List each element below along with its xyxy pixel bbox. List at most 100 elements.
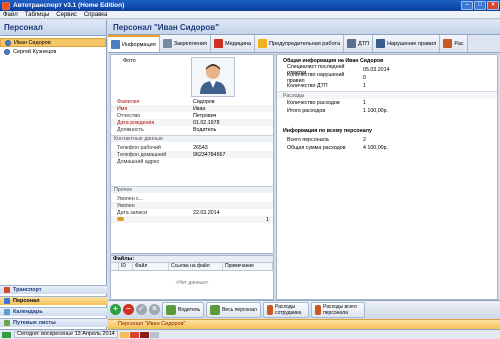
medical-icon bbox=[213, 39, 223, 48]
field-value[interactable]: Иван bbox=[193, 106, 273, 112]
key-icon bbox=[111, 216, 193, 223]
field-last-name: Фамилия Сидоров bbox=[111, 98, 273, 105]
bottom-toolbar: + – ✓ × Водитель Весь персонал Расходы с… bbox=[108, 300, 500, 318]
info-icon bbox=[111, 40, 120, 49]
field-record-date: Дата записи 22.03.2014 bbox=[111, 209, 273, 216]
files-col-id[interactable]: ID bbox=[119, 263, 133, 270]
tab-bar: Информация Закрепления Медицина Предупре… bbox=[108, 35, 500, 53]
button-label: Расходы всего персонала bbox=[323, 303, 357, 316]
tab-expenses[interactable]: Рас bbox=[440, 35, 468, 52]
general-row-total-personnel: Всего персонала 2 bbox=[277, 136, 497, 144]
status-ok-icon bbox=[2, 331, 11, 338]
field-value[interactable]: Петрович bbox=[193, 113, 273, 119]
row-value: 1 100,00р. bbox=[363, 108, 389, 114]
minimize-button[interactable]: – bbox=[461, 1, 473, 10]
nav-transport[interactable]: Транспорт bbox=[0, 285, 107, 294]
tab-information[interactable]: Информация bbox=[108, 35, 160, 52]
field-label: Отчество bbox=[117, 112, 141, 119]
field-value[interactable]: 01.02.1978 bbox=[193, 120, 273, 126]
warning-icon bbox=[258, 39, 268, 48]
driver-icon bbox=[166, 304, 176, 315]
row-label: Общая сумма расходов bbox=[287, 145, 346, 151]
cancel-button[interactable]: × bbox=[149, 304, 160, 315]
user-avatar-icon bbox=[200, 64, 226, 94]
field-work-phone: Телефон рабочий 26543 bbox=[111, 144, 273, 151]
field-value[interactable]: 26543 bbox=[193, 145, 273, 151]
files-col-file[interactable]: Файл bbox=[133, 263, 169, 270]
delete-button[interactable]: – bbox=[123, 304, 134, 315]
left-panel-title: Персонал bbox=[0, 20, 106, 36]
field-fired: Уволен bbox=[111, 202, 273, 209]
files-col-note[interactable]: Примечание bbox=[223, 263, 273, 270]
nav-personnel[interactable]: Персонал bbox=[0, 296, 107, 305]
add-button[interactable]: + bbox=[110, 304, 121, 315]
row-label: Всего персонала bbox=[287, 137, 329, 143]
accident-icon bbox=[347, 39, 357, 48]
tab-medicine[interactable]: Медицина bbox=[210, 35, 256, 52]
button-label: Весь персонал bbox=[222, 306, 257, 313]
files-col-link[interactable]: Ссылка на файл bbox=[169, 263, 223, 270]
button-label: Водитель bbox=[178, 306, 201, 313]
window-title: Автотранспорт v3.1 (Home Edition) bbox=[13, 2, 125, 9]
maximize-button[interactable]: □ bbox=[474, 1, 486, 10]
status-bar: Сегодня: воскресенье 13 Апрель 2014 bbox=[0, 329, 500, 339]
menu-help[interactable]: Справка bbox=[84, 12, 108, 18]
nav-calendar[interactable]: Календарь bbox=[0, 307, 107, 316]
field-label: Уволен с... bbox=[117, 195, 144, 202]
contacts-group-header[interactable]: Контактные данные bbox=[111, 135, 273, 142]
person-icon bbox=[4, 48, 10, 55]
general-row-total-expenses: Общая сумма расходов 4 100,00р. bbox=[277, 144, 497, 152]
menu-file[interactable]: Файл bbox=[3, 12, 18, 18]
files-col-select[interactable] bbox=[111, 263, 119, 270]
all-personnel-report-button[interactable]: Весь персонал bbox=[206, 301, 261, 318]
tab-assignments[interactable]: Закрепления bbox=[159, 35, 211, 52]
field-key-count: 1 bbox=[111, 216, 273, 223]
files-empty-text: <Нет данных> bbox=[175, 280, 209, 286]
app-logo-icon bbox=[2, 1, 10, 10]
button-label: Расходы сотрудника bbox=[275, 303, 302, 316]
all-expenses-icon bbox=[314, 304, 322, 315]
person-item-sergey-kuznetsov[interactable]: Сергей Кузнецов bbox=[0, 47, 106, 56]
menu-service[interactable]: Сервис bbox=[56, 12, 77, 18]
field-label: Должность bbox=[117, 126, 144, 133]
field-value[interactable]: 1 bbox=[193, 217, 273, 223]
field-label: Телефон рабочий bbox=[117, 144, 161, 151]
person-list: Иван Сидоров Сергей Кузнецов bbox=[0, 36, 106, 56]
field-value[interactable]: Сидоров bbox=[193, 99, 273, 105]
general-info-panel: Общая информация на Иван Сидоров Специал… bbox=[276, 54, 498, 300]
all-personnel-title: Информация по всему персоналу bbox=[283, 128, 372, 134]
info-panel: Фото Фамилия Сидоров Имя Иван Отчество П… bbox=[110, 54, 274, 254]
other-group-header[interactable]: Прочее bbox=[111, 186, 273, 193]
driver-report-button[interactable]: Водитель bbox=[162, 301, 205, 318]
row-value: 0 bbox=[363, 75, 366, 81]
field-value[interactable]: Водитель bbox=[193, 127, 273, 133]
tab-label: ДТП bbox=[358, 40, 370, 47]
all-people-icon bbox=[210, 304, 221, 315]
tab-label: Информация bbox=[122, 41, 156, 48]
expenses-header: Расходы bbox=[277, 91, 497, 99]
tab-label: Предупредительная работа bbox=[269, 40, 341, 47]
nav-waybills[interactable]: Путевые листы bbox=[0, 318, 107, 327]
photo-frame[interactable] bbox=[191, 57, 235, 97]
close-button[interactable]: × bbox=[487, 1, 499, 10]
tab-accidents[interactable]: ДТП bbox=[344, 35, 374, 52]
legend-swatch-grey bbox=[149, 331, 159, 338]
employee-expenses-report-button[interactable]: Расходы сотрудника bbox=[262, 301, 309, 318]
tab-rule-violations[interactable]: Нарушение правил bbox=[373, 35, 441, 52]
field-label: Дата записи bbox=[117, 209, 148, 216]
tab-preventive-work[interactable]: Предупредительная работа bbox=[255, 35, 345, 52]
legend-swatch-yellow bbox=[119, 331, 129, 338]
people-icon bbox=[4, 298, 10, 304]
person-item-ivan-sidorov[interactable]: Иван Сидоров bbox=[0, 38, 106, 47]
nav-label: Календарь bbox=[13, 309, 43, 315]
field-label: Дата рождения bbox=[117, 119, 155, 126]
general-row-expense-total: Итого расходов 1 100,00р. bbox=[277, 107, 497, 115]
all-expenses-report-button[interactable]: Расходы всего персонала bbox=[310, 301, 365, 318]
tab-label: Медицина bbox=[224, 40, 252, 47]
field-value[interactable]: 96234784567 bbox=[193, 152, 273, 158]
field-value[interactable]: 22.03.2014 bbox=[193, 210, 273, 216]
menu-tables[interactable]: Таблицы bbox=[25, 12, 50, 18]
confirm-button[interactable]: ✓ bbox=[136, 304, 147, 315]
calendar-icon bbox=[4, 309, 10, 315]
left-panel: Персонал Иван Сидоров Сергей Кузнецов bbox=[0, 20, 107, 329]
